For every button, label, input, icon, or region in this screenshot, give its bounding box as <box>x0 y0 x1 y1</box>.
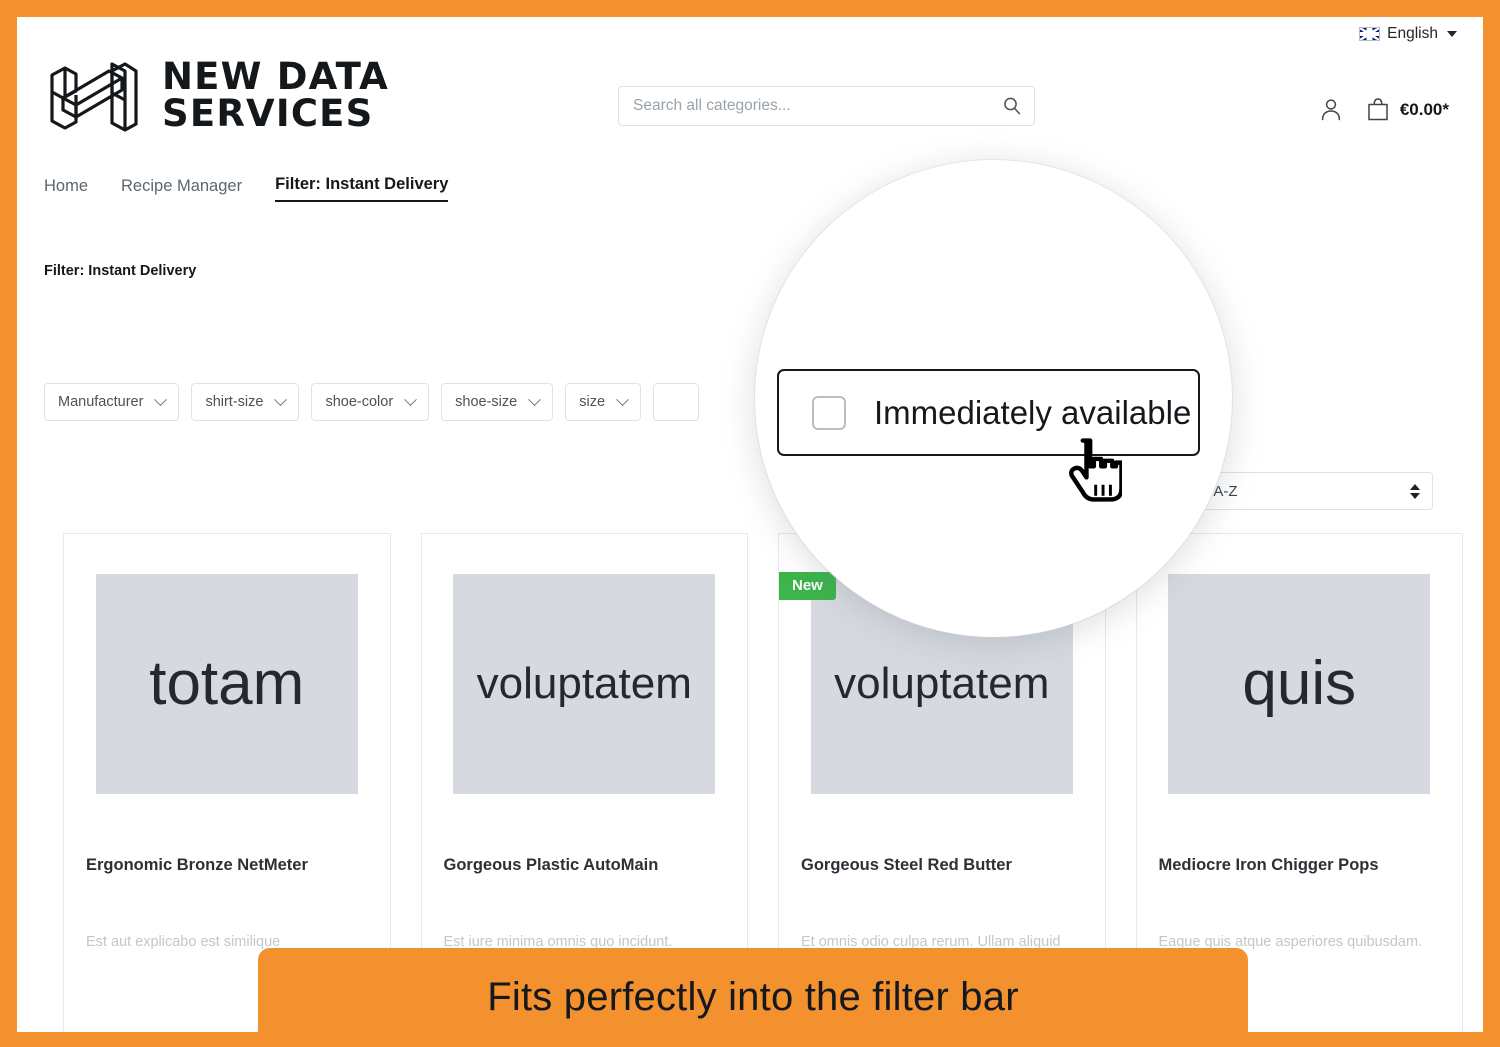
nav-item-filter-instant-delivery[interactable]: Filter: Instant Delivery <box>275 175 449 202</box>
uk-flag-icon <box>1359 27 1381 41</box>
status-badge-new: New <box>779 572 836 600</box>
immediately-available-label: Immediately available <box>874 393 1192 431</box>
utility-bar: English <box>1359 25 1457 43</box>
page-title: Filter: Instant Delivery <box>44 263 197 279</box>
brand-line-2: SERVICES <box>162 92 374 135</box>
search-submit-button[interactable] <box>990 87 1034 125</box>
product-title[interactable]: Gorgeous Plastic AutoMain <box>444 856 726 875</box>
filter-shirt-size[interactable]: shirt-size <box>191 383 300 421</box>
filter-manufacturer-label: Manufacturer <box>58 394 144 410</box>
product-title[interactable]: Mediocre Iron Chigger Pops <box>1159 856 1441 875</box>
chevron-down-icon <box>154 392 168 406</box>
product-title[interactable]: Ergonomic Bronze NetMeter <box>86 856 368 875</box>
product-image: voluptatem <box>453 574 716 794</box>
isometric-h-logo <box>50 62 138 132</box>
chevron-down-icon <box>274 392 288 406</box>
chevron-down-icon <box>404 392 418 406</box>
filter-shoe-size[interactable]: shoe-size <box>441 383 554 421</box>
filter-shoe-color[interactable]: shoe-color <box>311 383 430 421</box>
shopping-bag-icon <box>1368 98 1388 121</box>
filter-size[interactable]: size <box>565 383 642 421</box>
brand-logo[interactable]: NEW DATA SERVICES <box>46 55 389 137</box>
cart-button[interactable]: €0.00* <box>1365 96 1449 123</box>
filter-bar: Manufacturer shirt-size shoe-color shoe-… <box>44 383 700 421</box>
account-area: €0.00* <box>1319 96 1449 123</box>
chevron-down-icon <box>528 392 542 406</box>
brand-wordmark: NEW DATA SERVICES <box>162 59 389 132</box>
filter-shirt-size-label: shirt-size <box>205 394 264 410</box>
page-canvas: English NEW DATA SERVICES Search all cat… <box>17 17 1483 1032</box>
chevron-down-icon[interactable] <box>1447 31 1457 37</box>
caption-text: Fits perfectly into the filter bar <box>487 975 1019 1019</box>
main-navigation: Home Recipe Manager Filter: Instant Deli… <box>44 175 449 202</box>
product-image: totam <box>95 574 358 794</box>
caption-banner: Fits perfectly into the filter bar <box>258 948 1248 1047</box>
filter-overflow-partial[interactable] <box>653 383 700 421</box>
sort-updown-icon <box>1410 483 1420 499</box>
product-image: quis <box>1168 574 1431 794</box>
immediately-available-checkbox[interactable] <box>812 395 846 430</box>
brand-line-1: NEW DATA <box>162 55 390 99</box>
filter-manufacturer[interactable]: Manufacturer <box>44 383 180 421</box>
cart-total-amount: €0.00* <box>1399 99 1449 119</box>
nav-item-recipe-manager[interactable]: Recipe Manager <box>121 177 242 202</box>
language-label[interactable]: English <box>1387 25 1438 43</box>
search-icon <box>1004 97 1021 115</box>
screenshot-frame: English NEW DATA SERVICES Search all cat… <box>0 0 1500 1047</box>
product-image-text: voluptatem <box>834 659 1050 708</box>
user-account-icon[interactable] <box>1319 97 1343 122</box>
nav-item-home[interactable]: Home <box>44 177 88 202</box>
product-image-text: quis <box>1242 649 1357 718</box>
immediately-available-filter[interactable]: Immediately available <box>777 369 1200 456</box>
search-bar[interactable] <box>618 86 1035 126</box>
product-image-text: totam <box>149 649 305 718</box>
filter-size-label: size <box>579 394 606 410</box>
filter-shoe-size-label: shoe-size <box>455 394 518 410</box>
chevron-down-icon <box>616 392 629 406</box>
product-title[interactable]: Gorgeous Steel Red Butter <box>801 856 1083 875</box>
product-image-text: voluptatem <box>476 659 692 708</box>
search-input[interactable] <box>619 87 990 125</box>
filter-shoe-color-label: shoe-color <box>325 394 394 410</box>
